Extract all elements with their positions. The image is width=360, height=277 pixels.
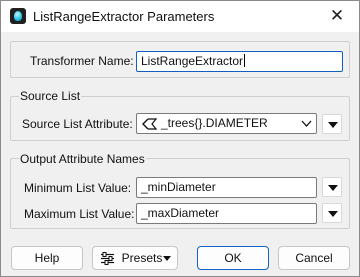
source-list-combobox[interactable]: _trees{}.DIAMETER (136, 113, 317, 134)
list-attribute-icon (142, 118, 158, 130)
source-list-menu-button[interactable] (322, 114, 342, 134)
sliders-icon (101, 252, 114, 265)
min-list-value-input[interactable]: _minDiameter (136, 177, 317, 198)
max-list-value-text: _maxDiameter (141, 206, 220, 220)
fme-workbench-icon (10, 8, 26, 24)
text-caret (244, 54, 246, 67)
presets-label: Presets (121, 251, 163, 265)
cancel-button[interactable]: Cancel (278, 246, 350, 270)
source-list-label: Source List Attribute: (22, 117, 133, 131)
min-list-value-menu-button[interactable] (322, 177, 342, 197)
help-button[interactable]: Help (11, 246, 83, 270)
transformer-name-value: ListRangeExtractor (141, 54, 244, 68)
max-list-value-label: Maximum List Value: (24, 207, 135, 221)
max-list-value-menu-button[interactable] (322, 203, 342, 223)
window-title: ListRangeExtractor Parameters (33, 9, 215, 24)
output-group-title: Output Attribute Names (19, 152, 146, 166)
dialog-window: ListRangeExtractor Parameters ✕ Transfor… (0, 0, 360, 277)
min-list-value-text: _minDiameter (141, 180, 216, 194)
source-list-group-title: Source List (19, 89, 82, 103)
transformer-name-label: Transformer Name: (30, 54, 134, 68)
min-list-value-label: Minimum List Value: (24, 181, 132, 195)
max-list-value-input[interactable]: _maxDiameter (136, 203, 317, 224)
chevron-down-icon (301, 120, 312, 127)
transformer-name-input[interactable]: ListRangeExtractor (136, 51, 343, 72)
close-icon[interactable]: ✕ (325, 6, 349, 26)
presets-button[interactable]: Presets (92, 246, 178, 270)
dropdown-arrow-icon (163, 256, 171, 261)
title-bar[interactable]: ListRangeExtractor Parameters ✕ (1, 1, 359, 32)
source-list-value: _trees{}.DIAMETER (161, 116, 268, 130)
ok-button[interactable]: OK (197, 246, 269, 270)
